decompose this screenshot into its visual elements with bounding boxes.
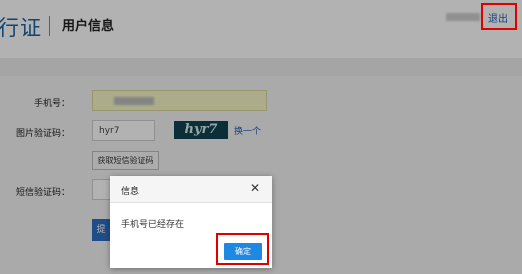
dialog-title: 信息 [121, 187, 140, 197]
page: 行证 用户信息 退出 手机号： 图片验证码： hyr7 hyr7 换一个 获取短… [0, 0, 522, 274]
dialog-header: 信息 ✕ [110, 176, 272, 203]
logout-highlight-box [481, 3, 517, 30]
dialog-message: 手机号已经存在 [121, 220, 185, 230]
close-icon[interactable]: ✕ [250, 181, 260, 195]
ok-highlight-box [216, 233, 269, 265]
